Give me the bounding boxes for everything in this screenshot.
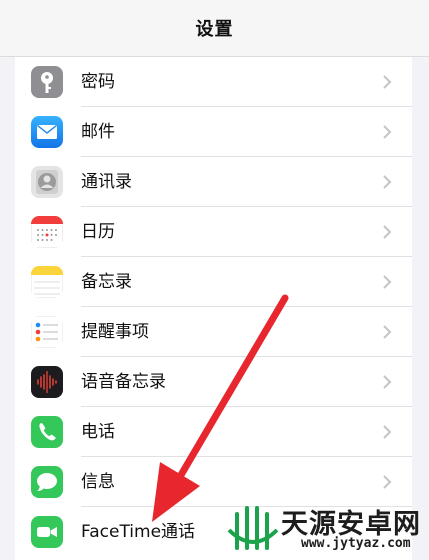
settings-item-contacts[interactable]: 通讯录 bbox=[15, 157, 412, 207]
chevron-right-icon bbox=[383, 225, 392, 239]
settings-item-label: FaceTime通话 bbox=[81, 522, 196, 542]
settings-item-label: 通讯录 bbox=[81, 172, 132, 192]
key-icon bbox=[31, 66, 63, 98]
mail-icon bbox=[31, 116, 63, 148]
contacts-icon bbox=[31, 166, 63, 198]
reminders-icon bbox=[31, 316, 63, 348]
settings-item-voice-memos[interactable]: 语音备忘录 bbox=[15, 357, 412, 407]
watermark: 天源安卓网 www.jytyaz.com bbox=[227, 500, 423, 558]
settings-item-calendar[interactable]: 日历 bbox=[15, 207, 412, 257]
chevron-right-icon bbox=[383, 75, 392, 89]
settings-item-notes[interactable]: 备忘录 bbox=[15, 257, 412, 307]
settings-item-label: 信息 bbox=[81, 472, 115, 492]
chevron-right-icon bbox=[383, 475, 392, 489]
voice-memos-icon bbox=[31, 366, 63, 398]
watermark-url: www.jytyaz.com bbox=[301, 536, 411, 551]
settings-item-label: 密码 bbox=[81, 72, 115, 92]
facetime-icon bbox=[31, 516, 63, 548]
settings-item-label: 语音备忘录 bbox=[81, 372, 166, 392]
settings-list: 密码 邮件 通讯录 日历 备忘录 提醒事项 语音备忘录 电话 信息 FaceTi… bbox=[15, 57, 412, 560]
messages-icon bbox=[31, 466, 63, 498]
calendar-icon bbox=[31, 216, 63, 248]
android-logo-icon bbox=[227, 506, 279, 550]
chevron-right-icon bbox=[383, 375, 392, 389]
settings-item-label: 邮件 bbox=[81, 122, 115, 142]
settings-item-mail[interactable]: 邮件 bbox=[15, 107, 412, 157]
settings-item-label: 提醒事项 bbox=[81, 322, 149, 342]
chevron-right-icon bbox=[383, 175, 392, 189]
chevron-right-icon bbox=[383, 325, 392, 339]
settings-item-label: 日历 bbox=[81, 222, 115, 242]
phone-icon bbox=[31, 416, 63, 448]
settings-item-label: 备忘录 bbox=[81, 272, 132, 292]
settings-item-reminders[interactable]: 提醒事项 bbox=[15, 307, 412, 357]
chevron-right-icon bbox=[383, 425, 392, 439]
page-title: 设置 bbox=[195, 19, 234, 40]
settings-item-passwords[interactable]: 密码 bbox=[15, 57, 412, 107]
notes-icon bbox=[31, 266, 63, 298]
chevron-right-icon bbox=[383, 125, 392, 139]
chevron-right-icon bbox=[383, 275, 392, 289]
navigation-bar: 设置 bbox=[0, 0, 429, 57]
settings-item-phone[interactable]: 电话 bbox=[15, 407, 412, 457]
settings-item-label: 电话 bbox=[81, 422, 115, 442]
